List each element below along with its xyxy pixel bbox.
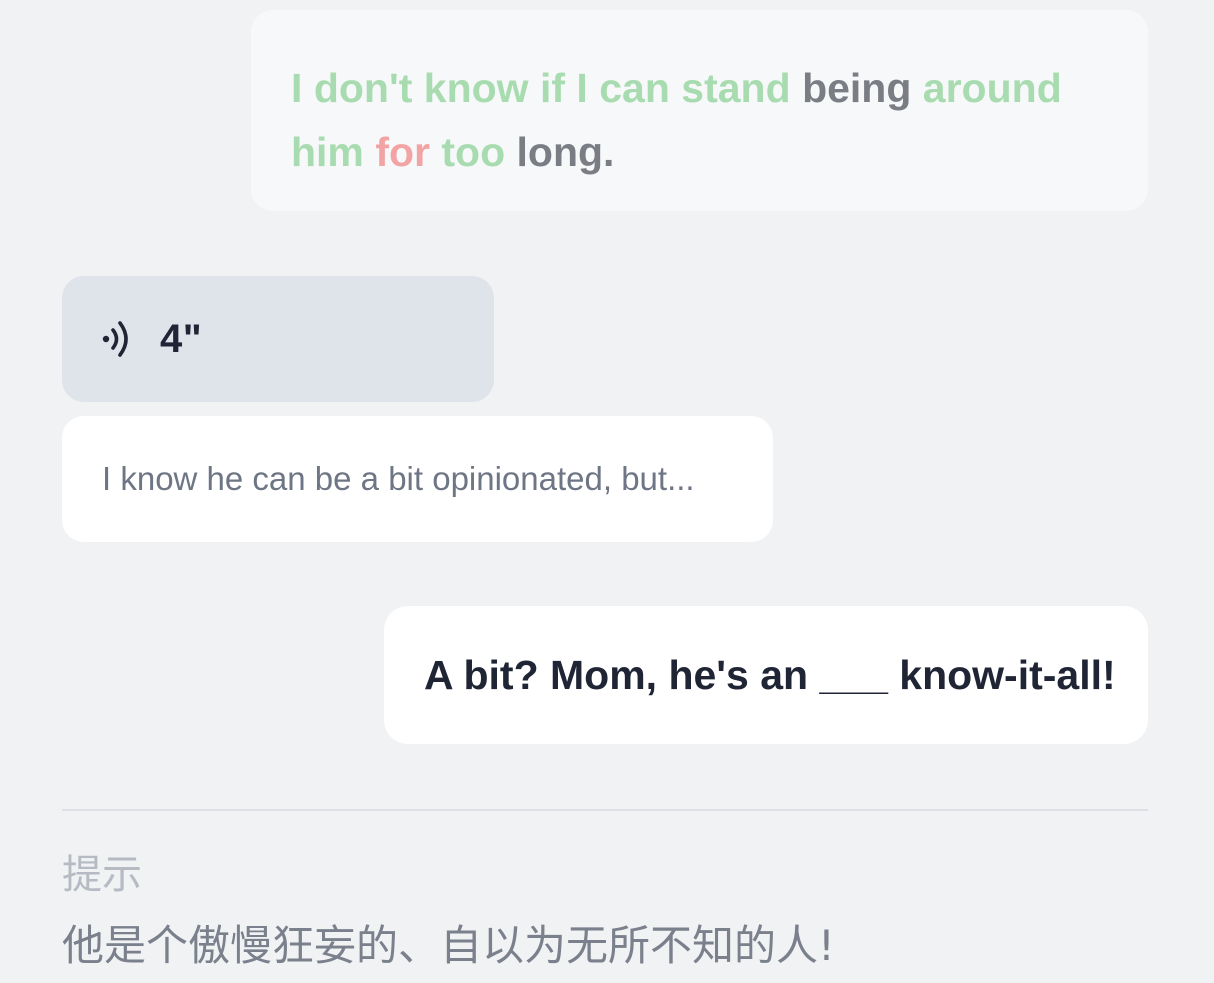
scored-word-good[interactable]: I — [291, 65, 302, 111]
scored-word-ok[interactable]: being — [802, 65, 911, 111]
scored-word-good[interactable]: I — [576, 65, 587, 111]
conversation-screen: I don't know if I can stand being around… — [0, 0, 1214, 983]
scored-word-good[interactable]: too — [441, 129, 505, 175]
scored-sentence: I don't know if I can stand being around… — [291, 56, 1108, 184]
scored-word-good[interactable]: if — [540, 65, 565, 111]
scored-word-good[interactable]: know — [424, 65, 529, 111]
scored-sentence-bubble[interactable]: I don't know if I can stand being around… — [251, 10, 1148, 211]
question-text: A bit? Mom, he's an ___ know-it-all! — [424, 651, 1116, 698]
hint-text: 他是个傲慢狂妄的、自以为无所不知的人! — [62, 921, 835, 970]
speaker-wave-icon — [100, 319, 140, 359]
audio-play-button[interactable]: 4" — [62, 276, 494, 402]
divider — [62, 809, 1148, 811]
hint-label: 提示 — [62, 852, 142, 898]
scored-word-bad[interactable]: for — [375, 129, 430, 175]
scored-word-good[interactable]: can — [599, 65, 670, 111]
scored-word-good[interactable]: stand — [681, 65, 790, 111]
audio-duration: 4" — [160, 316, 203, 361]
scored-word-good[interactable]: around — [923, 65, 1062, 111]
scored-word-good[interactable]: don't — [314, 65, 413, 111]
transcript-bubble[interactable]: I know he can be a bit opinionated, but.… — [62, 416, 773, 542]
question-bubble[interactable]: A bit? Mom, he's an ___ know-it-all! — [384, 606, 1148, 744]
transcript-text: I know he can be a bit opinionated, but.… — [102, 460, 695, 497]
scored-word-good[interactable]: him — [291, 129, 364, 175]
scored-word-ok[interactable]: long. — [517, 129, 615, 175]
